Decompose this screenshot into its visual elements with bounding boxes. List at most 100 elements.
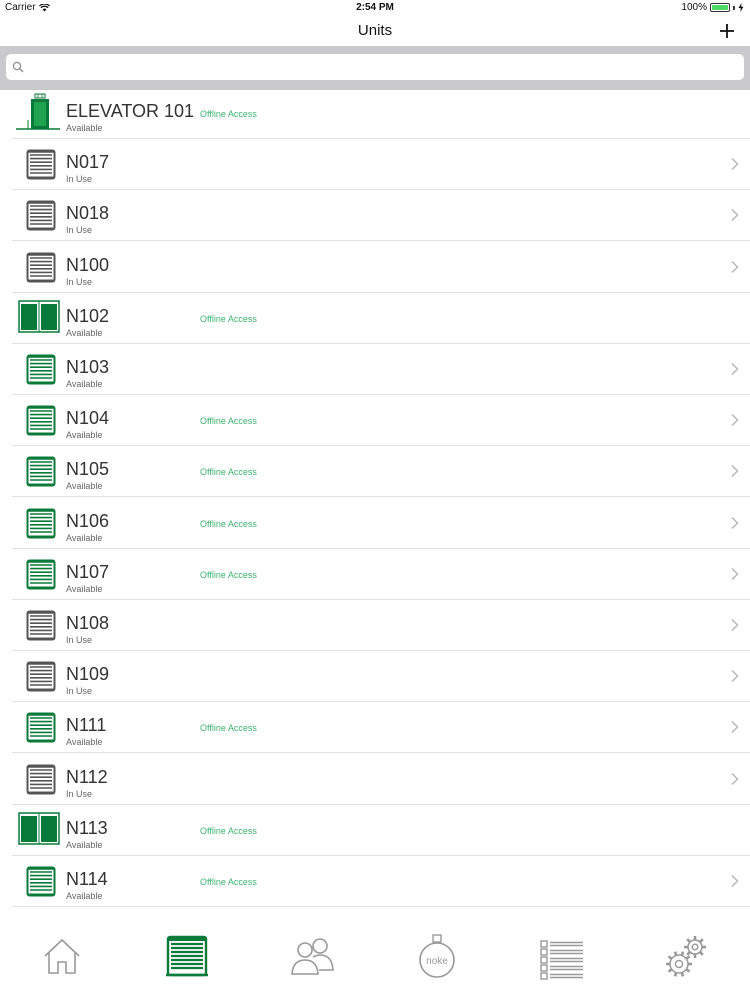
unit-status: Available [66, 481, 103, 492]
chevron-right-icon [730, 669, 740, 683]
storage-door-green-icon [14, 860, 62, 900]
search-input[interactable] [28, 57, 728, 77]
unit-status: In Use [66, 686, 93, 697]
unit-status: Available [66, 839, 103, 850]
unit-name: N103 [66, 357, 110, 377]
unit-name: N112 [66, 766, 108, 787]
unit-status: Available [66, 430, 103, 441]
charging-icon [738, 3, 744, 12]
users-icon [291, 938, 334, 975]
tab-noke-lock[interactable]: noke [412, 932, 462, 982]
unit-status: In Use [66, 788, 93, 799]
storage-door-green-icon [14, 399, 62, 439]
unit-row[interactable]: N103 Available [0, 344, 750, 395]
unit-row[interactable]: N017 In Use [0, 139, 750, 191]
unit-row[interactable]: N113 Available Offline Access [0, 805, 750, 856]
unit-name: N104 [66, 408, 110, 429]
unit-name: N100 [66, 254, 110, 275]
chevron-right-icon [730, 567, 740, 581]
offline-access-label: Offline Access [200, 569, 257, 580]
unit-row[interactable]: N107 Available Offline Access [0, 549, 750, 600]
add-unit-button[interactable] [716, 20, 738, 42]
unit-status: Available [66, 123, 103, 133]
double-door-icon [14, 297, 62, 337]
unit-row[interactable]: N108 In Use [0, 600, 750, 651]
unit-status: Available [66, 891, 103, 901]
chevron-right-icon [730, 157, 740, 171]
unit-status: Available [66, 737, 103, 748]
activity-list-icon [540, 940, 583, 980]
unit-row[interactable]: N105 Available Offline Access [0, 446, 750, 498]
unit-row[interactable]: N100 In Use [0, 242, 750, 293]
offline-access-label: Offline Access [200, 467, 257, 478]
unit-name: N105 [66, 459, 110, 480]
clock: 2:54 PM [356, 2, 394, 13]
storage-door-green-icon [14, 348, 62, 388]
unit-row[interactable]: N112 In Use [0, 754, 750, 805]
chevron-right-icon [730, 464, 740, 478]
unit-status: Available [66, 379, 103, 389]
tab-units[interactable] [162, 932, 212, 982]
noke-lock-icon: noke [419, 934, 455, 978]
search-field-container[interactable] [6, 54, 744, 80]
unit-row[interactable]: N018 In Use [0, 190, 750, 242]
storage-door-green-icon [14, 502, 62, 542]
unit-row[interactable]: N114 Available Offline Access [0, 856, 750, 907]
offline-access-label: Offline Access [200, 518, 257, 529]
tab-settings-gears[interactable] [662, 932, 712, 982]
storage-door-green-icon [14, 706, 62, 746]
unit-name: N108 [66, 613, 110, 633]
storage-door-gray-icon [14, 246, 62, 286]
chevron-right-icon [730, 516, 740, 530]
chevron-right-icon [730, 260, 740, 274]
unit-row[interactable]: ELEVATOR 101 Available Offline Access [0, 88, 750, 139]
unit-name: N106 [66, 510, 110, 531]
row-divider [12, 906, 750, 907]
settings-gears-icon [666, 936, 706, 977]
storage-door-gray-icon [14, 143, 62, 183]
chevron-right-icon [730, 618, 740, 632]
units-list: ELEVATOR 101 Available Offline Access N017… [0, 88, 750, 910]
unit-row[interactable]: N102 Available Offline Access [0, 293, 750, 344]
units-icon [166, 935, 208, 977]
unit-row[interactable]: N111 Available Offline Access [0, 702, 750, 754]
chevron-right-icon [730, 208, 740, 222]
unit-status: Available [66, 532, 103, 543]
unit-name: ELEVATOR 101 [66, 101, 195, 121]
status-bar: Carrier 2:54 PM 100% [0, 0, 750, 16]
offline-access-label: Offline Access [200, 313, 257, 324]
unit-row[interactable]: N104 Available Offline Access [0, 395, 750, 447]
unit-name: N107 [66, 561, 110, 582]
unit-name: N017 [66, 152, 110, 173]
page-title: Units [357, 22, 393, 39]
battery-icon [710, 3, 730, 12]
unit-name: N109 [66, 664, 110, 685]
unit-name: N018 [66, 203, 110, 224]
storage-door-gray-icon [14, 604, 62, 644]
tab-home[interactable] [37, 932, 87, 982]
noke-brand-text: noke [426, 956, 448, 967]
unit-status: In Use [66, 174, 93, 185]
search-icon [12, 61, 24, 73]
unit-name: N113 [66, 817, 108, 838]
chevron-right-icon [730, 720, 740, 734]
chevron-right-icon [730, 413, 740, 427]
unit-name: N111 [66, 715, 107, 736]
chevron-right-icon [730, 362, 740, 376]
unit-name: N102 [66, 305, 110, 326]
unit-status: Available [66, 327, 103, 338]
tab-activity-list[interactable] [537, 932, 587, 982]
unit-row[interactable]: N109 In Use [0, 651, 750, 703]
tab-bar: noke [0, 910, 750, 1000]
chevron-right-icon [730, 772, 740, 786]
unit-status: In Use [66, 276, 93, 287]
tab-users[interactable] [287, 932, 337, 982]
home-icon [44, 938, 80, 974]
unit-row[interactable]: N106 Available Offline Access [0, 498, 750, 549]
chevron-right-icon [730, 874, 740, 888]
storage-door-gray-icon [14, 194, 62, 234]
unit-status: In Use [66, 635, 93, 645]
offline-access-label: Offline Access [200, 723, 257, 734]
offline-access-label: Offline Access [200, 877, 257, 887]
double-door-icon [14, 809, 62, 849]
